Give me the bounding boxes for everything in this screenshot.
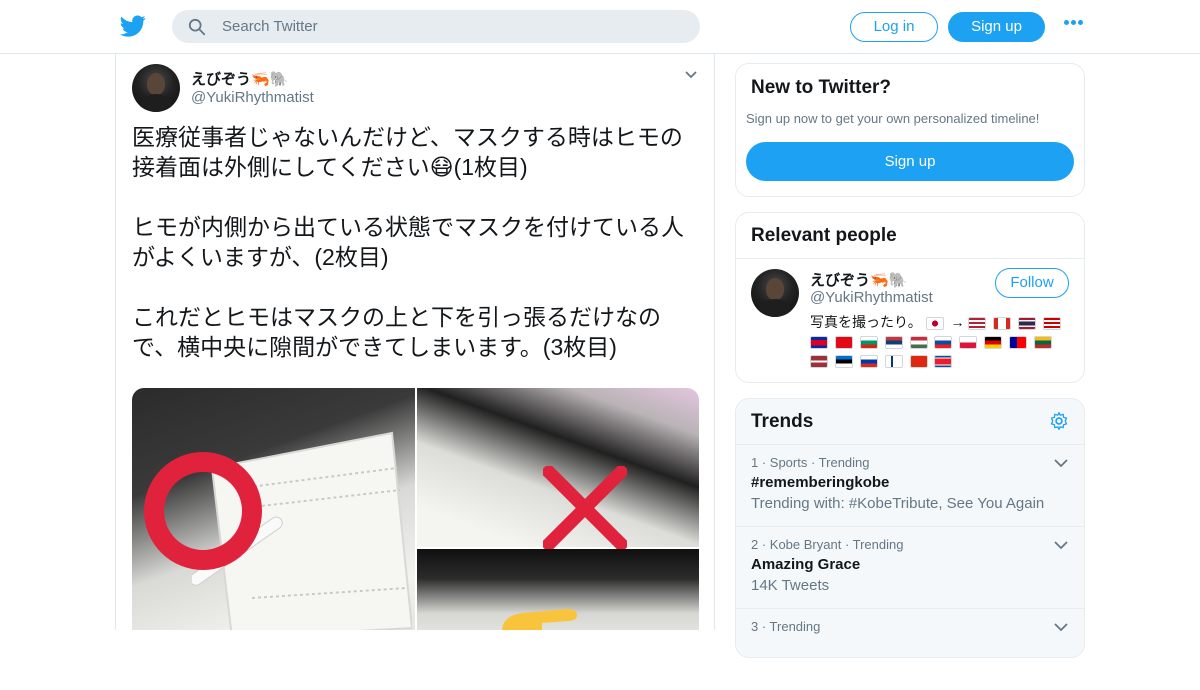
flag-poland-icon xyxy=(959,335,978,349)
trends-card: Trends 1 · Sports · Trending #rememberin… xyxy=(735,398,1085,658)
flag-canada-icon xyxy=(993,316,1012,330)
flag-cambodia-icon xyxy=(810,335,828,349)
flag-russia-icon xyxy=(859,354,878,368)
chevron-down-icon[interactable] xyxy=(1054,623,1068,632)
pointing-hand-icon xyxy=(502,609,577,630)
correct-circle-mark xyxy=(144,452,262,570)
person-name[interactable]: えびぞう🦐🐘 xyxy=(810,269,907,290)
trend-item[interactable]: 3 · Trending xyxy=(736,608,1084,690)
flag-thailand-icon xyxy=(1018,316,1037,330)
flag-latvia-icon xyxy=(810,354,828,368)
bio-text: 写真を撮ったり。 xyxy=(810,314,922,330)
trend-item[interactable]: 2 · Kobe Bryant · Trending Amazing Grace… xyxy=(736,526,1084,608)
flag-turkey-icon xyxy=(834,335,853,349)
photo-2[interactable] xyxy=(417,388,699,550)
trend-meta: 1 · Sports · Trending xyxy=(751,455,870,470)
follow-button[interactable]: Follow xyxy=(995,268,1069,298)
card-title: Relevant people xyxy=(736,213,1084,259)
flag-bulgaria-icon xyxy=(859,335,878,349)
author-handle[interactable]: @YukiRhythmatist xyxy=(191,89,314,106)
new-to-twitter-card: New to Twitter? Sign up now to get your … xyxy=(735,63,1085,197)
tweet-paragraph: 医療従事者じゃないんだけど、マスクする時はヒモの接着面は外側にしてください😷(1… xyxy=(132,124,683,180)
more-options-icon[interactable] xyxy=(1064,20,1086,32)
card-title: New to Twitter? xyxy=(751,77,892,98)
avatar[interactable] xyxy=(751,269,799,317)
relevant-people-card: Relevant people えびぞう🦐🐘 @YukiRhythmatist … xyxy=(735,212,1085,383)
flag-north-korea-icon xyxy=(934,354,953,368)
trend-extra: 14K Tweets xyxy=(751,577,830,594)
trend-extra: Trending with: #KobeTribute, See You Aga… xyxy=(751,495,1045,512)
chevron-down-icon[interactable] xyxy=(1054,541,1068,550)
flag-germany-icon xyxy=(984,335,1003,349)
trend-meta: 3 · Trending xyxy=(751,619,821,634)
login-button[interactable]: Log in xyxy=(850,12,938,42)
flag-hungary-icon xyxy=(909,335,928,349)
tweet-text: 医療従事者じゃないんだけど、マスクする時はヒモの接着面は外側にしてください😷(1… xyxy=(132,122,702,392)
gear-icon[interactable] xyxy=(1049,411,1069,431)
tweet-media-grid xyxy=(132,388,699,630)
flag-slovakia-icon xyxy=(934,335,953,349)
top-bar: Search Twitter Log in Sign up xyxy=(0,0,1200,54)
photo-1[interactable] xyxy=(132,388,415,630)
chevron-down-icon[interactable] xyxy=(684,70,698,80)
flag-estonia-icon xyxy=(834,354,853,368)
trend-meta: 2 · Kobe Bryant · Trending xyxy=(751,537,904,552)
photo-3[interactable] xyxy=(417,549,699,630)
incorrect-cross-mark xyxy=(543,466,627,550)
flag-serbia-icon xyxy=(884,335,903,349)
signup-button[interactable]: Sign up xyxy=(948,12,1045,42)
avatar[interactable] xyxy=(132,64,180,112)
search-box[interactable]: Search Twitter xyxy=(172,10,700,43)
trend-name[interactable]: Amazing Grace xyxy=(751,556,1069,573)
chevron-down-icon[interactable] xyxy=(1054,459,1068,468)
flag-taiwan-icon xyxy=(1009,335,1028,349)
card-title: Trends xyxy=(751,411,814,432)
card-subtitle: Sign up now to get your own personalized… xyxy=(746,111,1040,126)
trend-item[interactable]: 1 · Sports · Trending #rememberingkobe T… xyxy=(736,444,1084,526)
search-icon xyxy=(188,18,206,36)
flag-lithuania-icon xyxy=(1034,335,1053,349)
author-name[interactable]: えびぞう🦐🐘 xyxy=(191,68,288,89)
sidebar-signup-button[interactable]: Sign up xyxy=(746,142,1074,181)
tweet-card: えびぞう🦐🐘 @YukiRhythmatist 医療従事者じゃないんだけど、マス… xyxy=(115,54,715,630)
flag-china-icon xyxy=(909,354,928,368)
flag-usa-icon xyxy=(968,316,987,330)
search-input[interactable]: Search Twitter xyxy=(222,18,318,35)
flag-japan-icon xyxy=(925,316,944,330)
flag-finland-icon xyxy=(884,354,903,368)
flag-malaysia-icon xyxy=(1043,316,1062,330)
person-bio: 写真を撮ったり。 → xyxy=(810,313,1070,370)
arrow-icon: → xyxy=(950,314,965,330)
twitter-bird-icon[interactable] xyxy=(120,13,146,39)
tweet-paragraph: これだとヒモはマスクの上と下を引っ張るだけなので、横中央に隙間ができてしまいます… xyxy=(132,304,661,360)
trend-name[interactable]: #rememberingkobe xyxy=(751,474,1069,491)
person-handle[interactable]: @YukiRhythmatist xyxy=(810,289,933,306)
tweet-paragraph: ヒモが内側から出ている状態でマスクを付けている人がよくいますが、(2枚目) xyxy=(132,214,684,270)
